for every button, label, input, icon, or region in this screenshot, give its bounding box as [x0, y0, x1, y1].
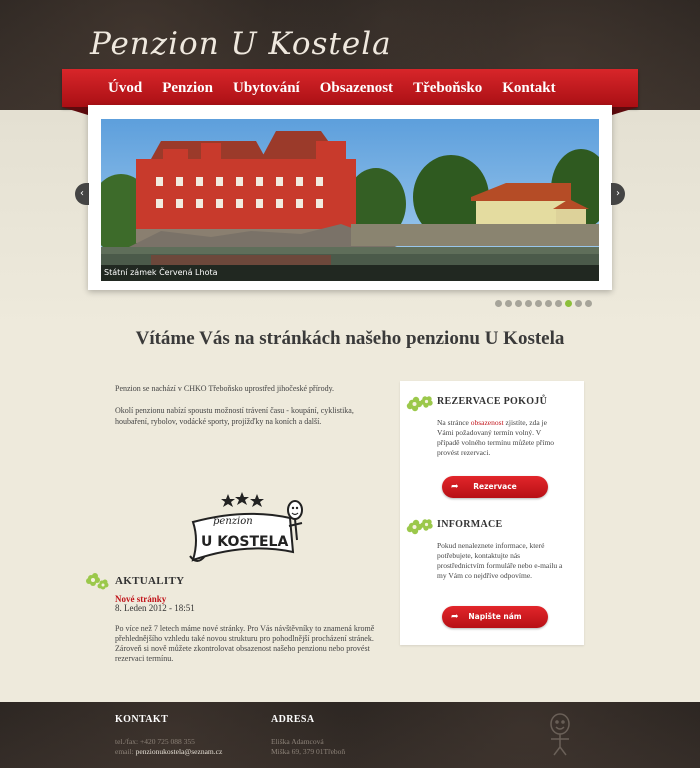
site-footer: KONTAKT tel./fax: +420 725 088 355 email… [0, 702, 700, 768]
intro-paragraph: Penzion se nachází v CHKO Třeboňsko upro… [115, 384, 335, 393]
news-header: AKTUALITY [85, 572, 184, 590]
info-title: INFORMACE [437, 519, 503, 530]
obsazenost-link[interactable]: obsazenost [471, 418, 504, 427]
reservation-button-label: Rezervace [473, 482, 517, 491]
footer-phone: tel./fax: +420 725 088 355 [115, 737, 195, 746]
slider-dot[interactable] [495, 300, 502, 307]
main-navigation: Úvod Penzion Ubytování Obsazenost Třeboň… [62, 69, 638, 107]
emblem-text-name: U KOSTELA [201, 534, 288, 550]
reservation-button[interactable]: ➦ Rezervace [442, 476, 548, 498]
footer-email-line: email: penzionukostela@seznam.cz [115, 747, 222, 757]
nav-item-kontakt[interactable]: Kontakt [502, 80, 555, 97]
contact-us-button-label: Napište nám [468, 612, 522, 621]
image-slider: Státní zámek Červená Lhota [88, 105, 612, 290]
arrow-right-icon: ➦ [451, 612, 459, 622]
nav-ribbon-fold-right [612, 107, 638, 115]
sidebar: REZERVACE POKOJŮ Na stránce obsazenost z… [400, 381, 584, 645]
contact-us-button[interactable]: ➦ Napište nám [442, 606, 548, 628]
info-text: Pokud nenaleznete informace, které potře… [437, 541, 563, 580]
arrow-right-icon: ➦ [451, 482, 459, 492]
nav-item-obsazenost[interactable]: Obsazenost [320, 80, 393, 97]
intro-text: Penzion se nachází v CHKO Třeboňsko upro… [115, 383, 373, 438]
flower-icon [406, 396, 433, 412]
footer-address: ADRESA Eliška Adamcová Miška 69, 379 01T… [271, 714, 345, 757]
footer-contact-heading: KONTAKT [115, 714, 169, 725]
slider-dot[interactable] [565, 300, 572, 307]
page-title: Vítáme Vás na stránkách našeho penzionu … [135, 328, 565, 349]
nav-item-trebonsko[interactable]: Třeboňsko [413, 80, 482, 97]
mascot-icon [550, 713, 570, 756]
emblem-text-penzion: penzion [213, 516, 253, 527]
footer-address-name: Eliška Adamcová [271, 737, 324, 746]
slide-photo[interactable]: Státní zámek Červená Lhota [101, 119, 599, 281]
chevron-left-icon: ‹ [80, 188, 84, 199]
chevron-right-icon: › [616, 188, 620, 199]
slider-pagination [495, 300, 595, 307]
slider-dot[interactable] [525, 300, 532, 307]
slider-dot[interactable] [585, 300, 592, 307]
intro-paragraph: Okolí penzionu nabízí spoustu možností t… [115, 406, 354, 426]
emblem-image: penzion U KOSTELA [189, 492, 303, 562]
flower-icon [86, 573, 109, 590]
footer-address-street: Miška 69, 379 01Třeboň [271, 747, 346, 756]
nav-item-uvod[interactable]: Úvod [108, 80, 142, 97]
reservation-text: Na stránce obsazenost zjistíte, zda je V… [437, 418, 563, 458]
slider-dot[interactable] [555, 300, 562, 307]
reservation-text-start: Na stránce [437, 418, 471, 427]
nav-ribbon-fold-left [62, 107, 88, 115]
footer-email-label: email: [115, 747, 136, 756]
slide-caption: Státní zámek Červená Lhota [101, 265, 599, 281]
news-item-body: Po více než 7 letech máme nové stránky. … [115, 624, 375, 663]
footer-email-link[interactable]: penzionukostela@seznam.cz [136, 747, 223, 756]
slider-dot[interactable] [545, 300, 552, 307]
nav-item-ubytovani[interactable]: Ubytování [233, 80, 300, 97]
slider-dot[interactable] [535, 300, 542, 307]
castle-photo [101, 119, 599, 281]
news-heading: AKTUALITY [115, 575, 185, 587]
penzion-emblem: penzion U KOSTELA [185, 490, 310, 570]
footer-contact: KONTAKT tel./fax: +420 725 088 355 email… [115, 714, 222, 757]
news-item-date: 8. Leden 2012 - 18:51 [115, 603, 195, 613]
slider-dot[interactable] [515, 300, 522, 307]
nav-item-penzion[interactable]: Penzion [162, 80, 213, 97]
site-logo[interactable]: Penzion U Kostela [90, 26, 392, 62]
reservation-title: REZERVACE POKOJŮ [437, 396, 548, 407]
footer-address-heading: ADRESA [271, 714, 315, 725]
slider-dot[interactable] [505, 300, 512, 307]
slider-dot[interactable] [575, 300, 582, 307]
flower-icon [406, 519, 433, 535]
